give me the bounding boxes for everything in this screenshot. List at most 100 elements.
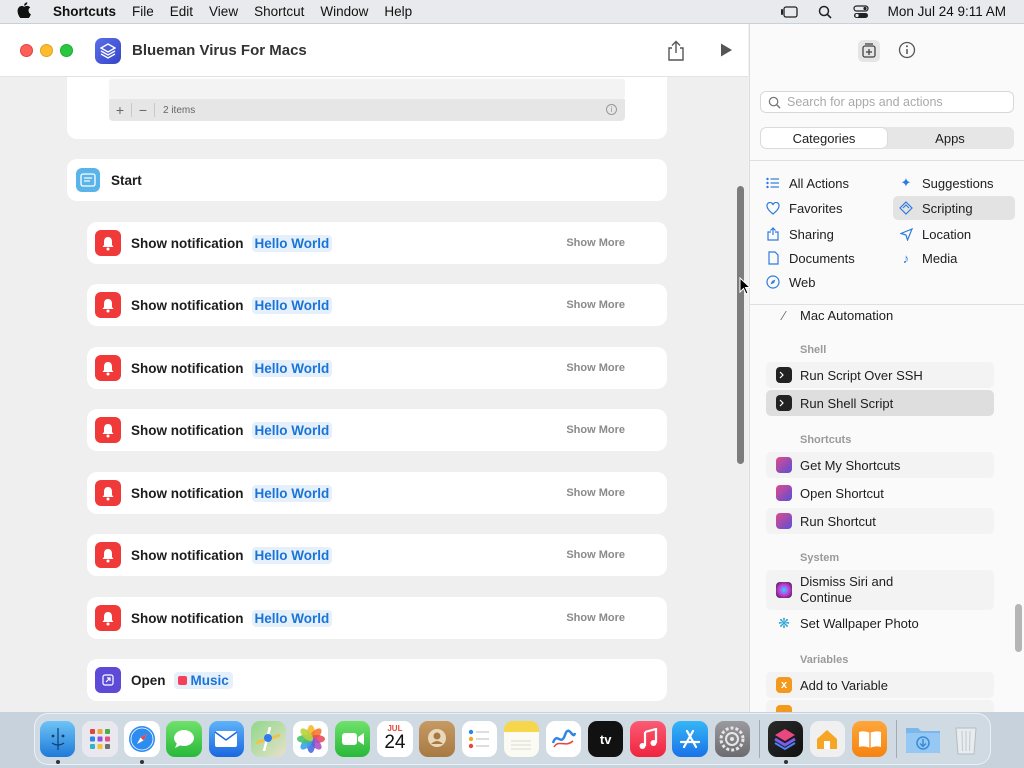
action-library-icon[interactable] bbox=[858, 40, 880, 62]
action-item-open-shortcut[interactable]: Open Shortcut bbox=[766, 480, 994, 506]
siri-icon bbox=[776, 582, 792, 598]
notification-action-7[interactable]: Show notification Hello World Show More bbox=[87, 597, 667, 639]
action-item-partial-next[interactable] bbox=[766, 700, 994, 712]
finder-icon[interactable] bbox=[40, 721, 76, 764]
share-icon[interactable] bbox=[666, 40, 686, 65]
photos-icon[interactable] bbox=[292, 721, 329, 757]
category-sharing[interactable]: Sharing bbox=[766, 222, 886, 246]
list-action-card[interactable]: + − 2 items i bbox=[67, 77, 667, 139]
tab-apps[interactable]: Apps bbox=[887, 128, 1013, 148]
variable-token[interactable]: Hello World bbox=[251, 609, 333, 627]
variable-token[interactable]: Hello World bbox=[251, 234, 333, 252]
zoom-button[interactable] bbox=[60, 44, 73, 57]
variable-token[interactable]: Hello World bbox=[251, 296, 333, 314]
notification-action-3[interactable]: Show notification Hello World Show More bbox=[87, 347, 667, 389]
menu-shortcut[interactable]: Shortcut bbox=[254, 4, 304, 19]
variable-token[interactable]: Hello World bbox=[251, 421, 333, 439]
open-app-action[interactable]: Open Music bbox=[87, 659, 667, 701]
action-library-sidebar: Categories Apps All Actions ✦ Suggestion… bbox=[749, 24, 1024, 712]
downloads-folder-icon[interactable] bbox=[905, 721, 941, 757]
show-more-button[interactable]: Show More bbox=[566, 549, 625, 561]
info-icon[interactable]: i bbox=[606, 104, 617, 115]
category-web[interactable]: Web bbox=[766, 270, 886, 294]
menu-window[interactable]: Window bbox=[320, 4, 368, 19]
variable-token[interactable]: Hello World bbox=[251, 484, 333, 502]
contacts-icon[interactable] bbox=[419, 721, 455, 757]
search-input[interactable] bbox=[787, 95, 1007, 109]
action-item-run-shortcut[interactable]: Run Shortcut bbox=[766, 508, 994, 534]
mail-icon[interactable] bbox=[208, 721, 244, 757]
category-documents[interactable]: Documents bbox=[766, 246, 886, 270]
shortcut-details-info-icon[interactable] bbox=[898, 41, 916, 62]
messages-icon[interactable] bbox=[166, 721, 202, 757]
show-more-button[interactable]: Show More bbox=[566, 487, 625, 499]
launchpad-icon[interactable] bbox=[82, 721, 118, 757]
action-item-set-wallpaper-photo[interactable]: ❋ Set Wallpaper Photo bbox=[766, 610, 994, 636]
category-media[interactable]: ♪ Media bbox=[893, 246, 1015, 270]
action-item-dismiss-siri[interactable]: Dismiss Siri and Continue bbox=[766, 570, 994, 610]
show-more-button[interactable]: Show More bbox=[566, 424, 625, 436]
maps-icon[interactable] bbox=[250, 721, 287, 757]
music-app-icon[interactable] bbox=[630, 721, 666, 757]
music-app-token[interactable]: Music bbox=[173, 671, 233, 689]
action-search-field[interactable] bbox=[760, 91, 1014, 113]
close-button[interactable] bbox=[20, 44, 33, 57]
books-icon[interactable] bbox=[851, 721, 888, 757]
show-more-button[interactable]: Show More bbox=[566, 362, 625, 374]
run-play-icon[interactable] bbox=[718, 42, 734, 61]
apple-menu-icon[interactable] bbox=[17, 1, 39, 22]
menu-view[interactable]: View bbox=[209, 4, 238, 19]
action-item-add-to-variable[interactable]: x Add to Variable bbox=[766, 672, 994, 698]
editor-scroll-thumb[interactable] bbox=[737, 186, 744, 464]
action-item-mac-automation[interactable]: ⁄ Mac Automation bbox=[766, 306, 994, 328]
notification-action-1[interactable]: Show notification Hello World Show More bbox=[87, 222, 667, 264]
notification-action-5[interactable]: Show notification Hello World Show More bbox=[87, 472, 667, 514]
action-item-run-shell-script[interactable]: Run Shell Script bbox=[766, 390, 994, 416]
apple-tv-icon[interactable]: tv bbox=[588, 721, 624, 757]
sidebar-scroll-thumb[interactable] bbox=[1015, 604, 1022, 652]
notification-bell-icon bbox=[95, 480, 121, 506]
notification-action-2[interactable]: Show notification Hello World Show More bbox=[87, 284, 667, 326]
menu-clock[interactable]: Mon Jul 24 9:11 AM bbox=[888, 4, 1006, 19]
stage-manager-icon[interactable] bbox=[780, 5, 798, 19]
action-item-run-script-over-ssh[interactable]: Run Script Over SSH bbox=[766, 362, 994, 388]
menu-file[interactable]: File bbox=[132, 4, 154, 19]
remove-item-button[interactable]: − bbox=[132, 102, 154, 118]
app-store-icon[interactable] bbox=[672, 721, 708, 757]
freeform-icon[interactable] bbox=[545, 721, 582, 757]
system-settings-icon[interactable] bbox=[714, 721, 750, 757]
trash-icon[interactable] bbox=[948, 721, 983, 757]
show-more-button[interactable]: Show More bbox=[566, 299, 625, 311]
control-center-icon[interactable] bbox=[852, 4, 870, 19]
variable-token[interactable]: Hello World bbox=[251, 359, 333, 377]
start-action[interactable]: Start bbox=[67, 159, 667, 201]
safari-icon[interactable] bbox=[124, 721, 160, 764]
menu-edit[interactable]: Edit bbox=[170, 4, 193, 19]
category-favorites[interactable]: Favorites bbox=[766, 196, 886, 220]
tab-categories[interactable]: Categories bbox=[761, 128, 887, 148]
spotlight-search-icon[interactable] bbox=[816, 5, 834, 19]
shortcut-glyph-icon[interactable] bbox=[95, 38, 121, 64]
show-more-button[interactable]: Show More bbox=[566, 612, 625, 624]
home-app-icon[interactable] bbox=[809, 721, 846, 757]
notes-icon[interactable] bbox=[503, 721, 540, 757]
action-item-get-my-shortcuts[interactable]: Get My Shortcuts bbox=[766, 452, 994, 478]
facetime-icon[interactable] bbox=[335, 721, 371, 757]
menu-help[interactable]: Help bbox=[384, 4, 412, 19]
add-item-button[interactable]: + bbox=[109, 102, 131, 118]
category-location[interactable]: Location bbox=[893, 222, 1015, 246]
show-more-button[interactable]: Show More bbox=[566, 237, 625, 249]
shortcut-title[interactable]: Blueman Virus For Macs bbox=[132, 42, 307, 59]
minimize-button[interactable] bbox=[40, 44, 53, 57]
reminders-icon[interactable] bbox=[461, 721, 497, 757]
menu-app-name[interactable]: Shortcuts bbox=[53, 4, 116, 19]
calendar-icon[interactable]: JUL 24 bbox=[377, 721, 413, 757]
variable-token[interactable]: Hello World bbox=[251, 546, 333, 564]
shortcuts-app-icon[interactable] bbox=[767, 721, 803, 764]
notification-action-4[interactable]: Show notification Hello World Show More bbox=[87, 409, 667, 451]
notification-action-6[interactable]: Show notification Hello World Show More bbox=[87, 534, 667, 576]
category-scripting[interactable]: Scripting bbox=[893, 196, 1015, 220]
category-all-actions[interactable]: All Actions bbox=[766, 171, 886, 195]
category-suggestions[interactable]: ✦ Suggestions bbox=[893, 171, 1015, 195]
editor-scrollbar[interactable] bbox=[735, 132, 745, 712]
